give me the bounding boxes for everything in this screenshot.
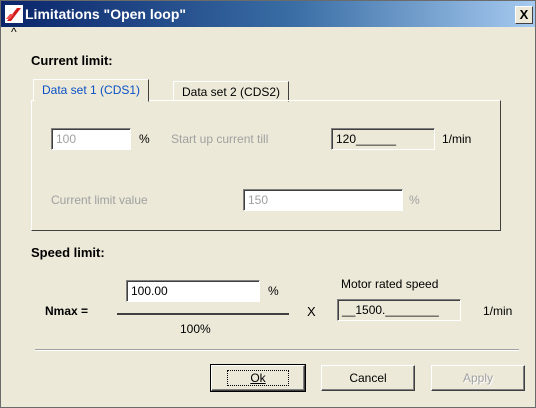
current-limit-heading: Current limit: xyxy=(31,53,113,68)
cancel-button[interactable]: Cancel xyxy=(321,365,415,391)
ok-button[interactable]: Ok xyxy=(210,364,306,392)
motor-rated-speed-field[interactable]: __1500.________ xyxy=(337,299,461,321)
apply-button-label: Apply xyxy=(462,371,494,385)
ok-button-label: Ok xyxy=(227,370,289,386)
close-button[interactable]: X xyxy=(515,6,533,24)
current-limit-label: Current limit value xyxy=(51,193,148,207)
fraction-line xyxy=(117,313,289,315)
current-percent-unit: % xyxy=(139,132,150,146)
apply-button[interactable]: Apply xyxy=(431,365,525,391)
startup-current-label: Start up current till xyxy=(171,132,269,146)
cancel-button-label: Cancel xyxy=(349,371,387,385)
current-limit-unit: % xyxy=(409,193,420,207)
current-percent-field[interactable]: 100 xyxy=(51,128,131,150)
multiply-sign: X xyxy=(307,304,316,319)
fraction-denominator: 100% xyxy=(180,322,211,336)
startup-current-unit: 1/min xyxy=(442,132,472,146)
tab-data-set-1[interactable]: Data set 1 (CDS1) xyxy=(33,79,150,102)
caret-icon: ^ xyxy=(11,25,17,39)
current-limit-field[interactable]: 150 xyxy=(243,189,403,211)
separator xyxy=(35,349,519,351)
data-set-panel xyxy=(31,100,501,231)
limitations-dialog: Limitations "Open loop" X ^ Current limi… xyxy=(0,0,536,408)
speed-limit-heading: Speed limit: xyxy=(31,245,105,260)
nmax-percent-field[interactable]: 100.00 xyxy=(126,280,260,302)
title-bar[interactable]: Limitations "Open loop" xyxy=(1,1,535,27)
tab-data-set-2[interactable]: Data set 2 (CDS2) xyxy=(173,81,290,102)
window-title: Limitations "Open loop" xyxy=(25,6,187,22)
motor-rated-speed-unit: 1/min xyxy=(483,304,513,318)
nmax-label: Nmax = xyxy=(45,304,89,318)
app-icon xyxy=(5,5,23,23)
motor-rated-speed-label: Motor rated speed xyxy=(341,277,439,291)
nmax-percent-unit: % xyxy=(268,284,279,298)
startup-current-field[interactable]: 120______ xyxy=(331,128,435,150)
